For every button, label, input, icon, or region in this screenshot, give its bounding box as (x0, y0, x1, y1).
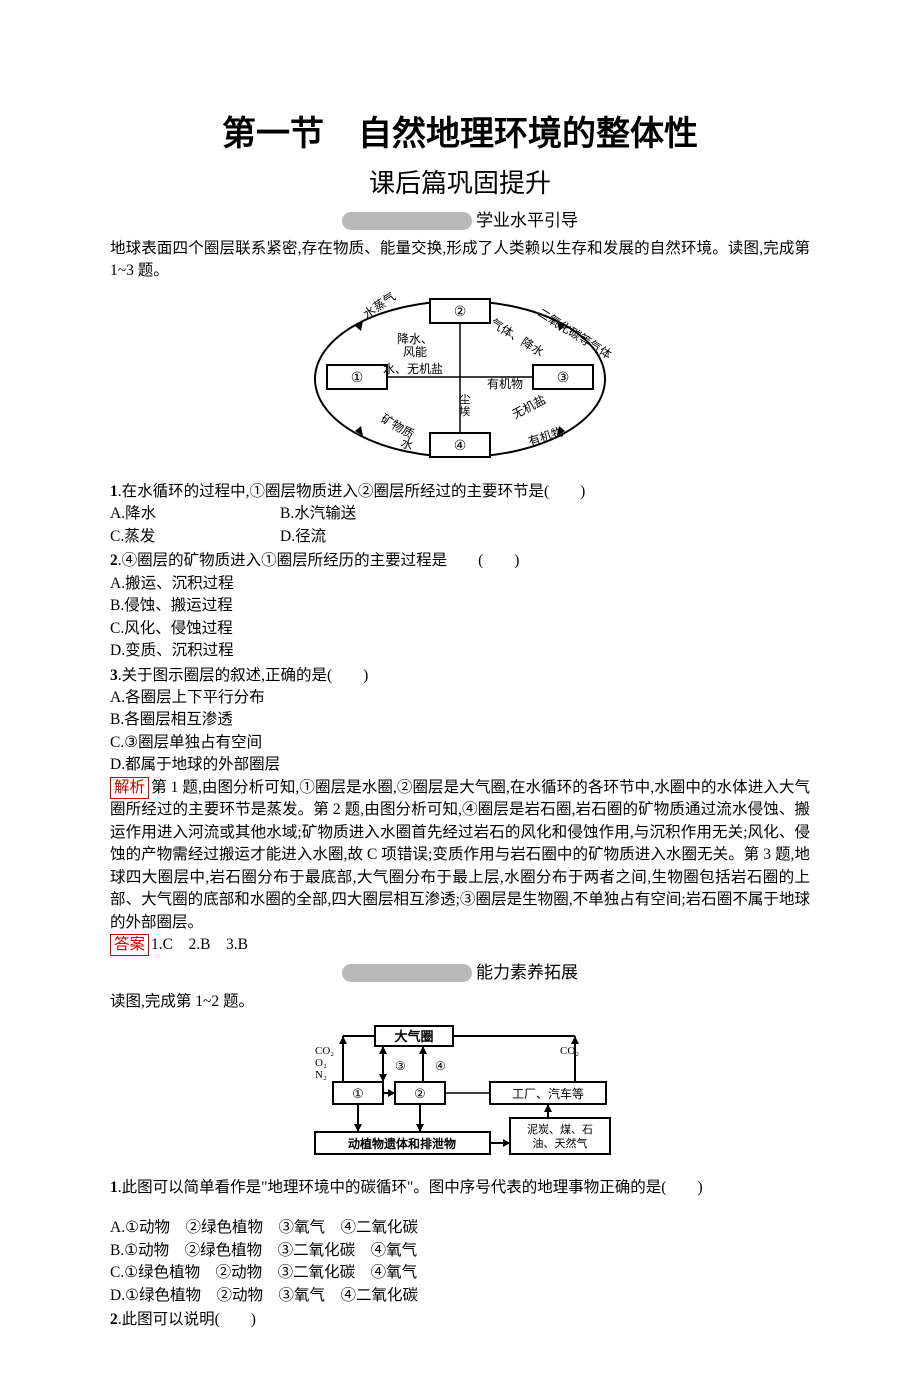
diagram-2: 大气圈 CO₂ O₂ N₂ CO₂ ③ ④ ① ② 工厂、汽车等 (110, 1022, 810, 1169)
q3-opt-b: B.各圈层相互渗透 (110, 709, 810, 731)
page-subtitle: 课后篇巩固提升 (110, 165, 810, 203)
node-2: ② (454, 305, 467, 320)
svg-text:工厂、汽车等: 工厂、汽车等 (512, 1086, 584, 1101)
section-header-1: 学业水平引导 (110, 209, 810, 234)
svg-text:④: ④ (435, 1059, 446, 1073)
s2-q1-opt-a: A.①动物 ②绿色植物 ③氧气 ④二氧化碳 (110, 1217, 810, 1239)
section-header-2: 能力素养拓展 (110, 961, 810, 986)
node-1: ① (351, 371, 364, 386)
node-3: ③ (557, 371, 570, 386)
analysis-label: 解析 (110, 777, 149, 799)
section-1-name: 学业水平引导 (476, 209, 578, 234)
q2-opt-d: D.变质、沉积过程 (110, 640, 810, 662)
svg-text:风能: 风能 (403, 345, 427, 359)
node-4: ④ (454, 439, 467, 454)
q3-opt-d: D.都属于地球的外部圈层 (110, 754, 810, 776)
q3-opt-c: C.③圈层单独占有空间 (110, 732, 810, 754)
section-2-name: 能力素养拓展 (476, 961, 578, 986)
svg-text:无机盐: 无机盐 (510, 392, 548, 421)
page-title: 第一节 自然地理环境的整体性 (110, 110, 810, 159)
q2-opt-c: C.风化、侵蚀过程 (110, 618, 810, 640)
s2-q1-opt-b: B.①动物 ②绿色植物 ③二氧化碳 ④氧气 (110, 1240, 810, 1262)
answer-text: 1.C 2.B 3.B (151, 936, 248, 953)
svg-text:气体、降水: 气体、降水 (488, 314, 547, 359)
svg-text:CO₂: CO₂ (560, 1045, 579, 1057)
analysis-block: 解析第 1 题,由图分析可知,①圈层是水圈,②圈层是大气圈,在水循环的各环节中,… (110, 777, 810, 934)
svg-text:①: ① (352, 1086, 364, 1101)
section-2-intro: 读图,完成第 1~2 题。 (110, 991, 810, 1013)
svg-text:有机物: 有机物 (527, 424, 566, 448)
analysis-text: 第 1 题,由图分析可知,①圈层是水圈,②圈层是大气圈,在水循环的各环节中,水圈… (110, 779, 810, 931)
svg-text:CO₂: CO₂ (315, 1045, 334, 1057)
svg-text:②: ② (414, 1086, 426, 1101)
s2-q1-stem: 1.此图可以简单看作是"地理环境中的碳循环"。图中序号代表的地理事物正确的是( … (110, 1177, 810, 1199)
svg-text:油、天然气: 油、天然气 (533, 1136, 588, 1150)
q2-opt-a: A.搬运、沉积过程 (110, 573, 810, 595)
svg-text:③: ③ (395, 1059, 406, 1073)
q2-opt-b: B.侵蚀、搬运过程 (110, 595, 810, 617)
svg-text:降水、: 降水、 (397, 332, 433, 346)
q2-stem: 2.④圈层的矿物质进入①圈层所经历的主要过程是 ( ) (110, 550, 810, 572)
section-1-intro: 地球表面四个圈层联系紧密,存在物质、能量交换,形成了人类赖以生存和发展的自然环境… (110, 238, 810, 283)
answer-label: 答案 (110, 934, 149, 956)
q3-opt-a: A.各圈层上下平行分布 (110, 687, 810, 709)
svg-text:埃: 埃 (460, 404, 471, 418)
svg-text:水蒸气: 水蒸气 (360, 291, 398, 321)
svg-text:泥炭、煤、石: 泥炭、煤、石 (527, 1123, 593, 1136)
svg-text:二氧化碳等气体: 二氧化碳等气体 (535, 304, 614, 361)
svg-text:尘: 尘 (460, 393, 471, 406)
answer-block: 答案1.C 2.B 3.B (110, 934, 810, 956)
q3-stem: 3.关于图示圈层的叙述,正确的是( ) (110, 665, 810, 687)
q1-options: A.降水B.水汽输送 (110, 503, 810, 525)
svg-text:大气圈: 大气圈 (394, 1029, 433, 1044)
svg-text:O₂: O₂ (315, 1057, 327, 1069)
svg-text:有机物: 有机物 (487, 377, 523, 391)
q1-options-2: C.蒸发D.径流 (110, 526, 810, 548)
svg-text:矿物质: 矿物质 (379, 411, 417, 441)
s2-q1-opt-d: D.①绿色植物 ②动物 ③氧气 ④二氧化碳 (110, 1285, 810, 1307)
diagram-1: ② ① ③ ④ 水蒸气 降水、 风能 二氧化碳等气体 气体、降水 水、无机盐 有… (110, 291, 810, 473)
pill-decoration-2 (342, 964, 472, 982)
svg-text:N₂: N₂ (315, 1069, 327, 1081)
pill-decoration (342, 212, 472, 230)
q1-stem: 1.在水循环的过程中,①圈层物质进入②圈层所经过的主要环节是( ) (110, 481, 810, 503)
svg-text:水、无机盐: 水、无机盐 (383, 362, 443, 376)
s2-q2-stem: 2.此图可以说明( ) (110, 1309, 810, 1331)
s2-q1-opt-c: C.①绿色植物 ②动物 ③二氧化碳 ④氧气 (110, 1262, 810, 1284)
svg-text:动植物遗体和排泄物: 动植物遗体和排泄物 (348, 1136, 456, 1151)
